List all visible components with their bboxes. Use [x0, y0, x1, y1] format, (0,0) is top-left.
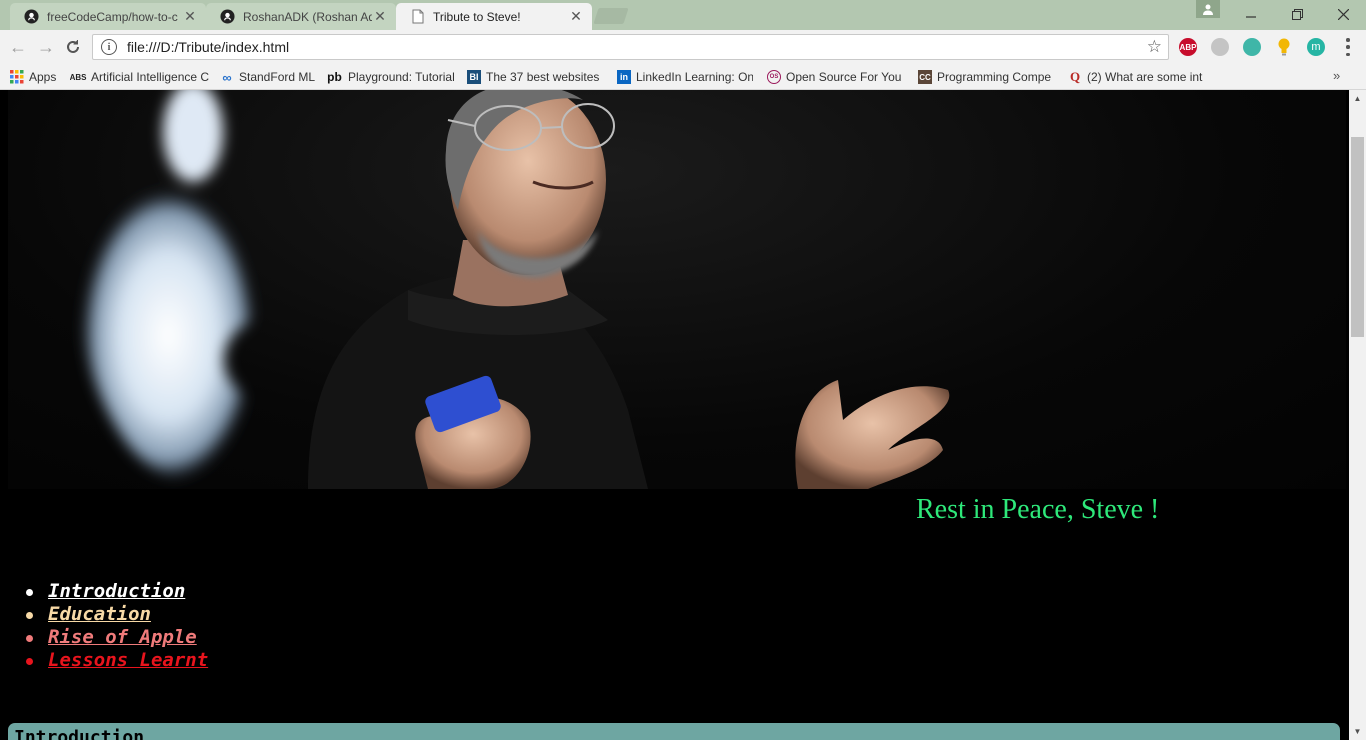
- github-icon: [24, 9, 39, 24]
- coursera-icon: ∞: [222, 69, 232, 85]
- bookmark-label: Apps: [29, 70, 57, 84]
- tab-title: Tribute to Steve!: [433, 9, 521, 24]
- forward-arrow-icon[interactable]: →: [36, 37, 56, 57]
- scrollbar-thumb[interactable]: [1351, 137, 1364, 337]
- close-icon[interactable]: ✕: [568, 8, 584, 25]
- bookmark-linkedin-learning[interactable]: in LinkedIn Learning: On: [617, 68, 753, 86]
- bookmark-quora[interactable]: Q (2) What are some int: [1068, 68, 1204, 86]
- bookmark-label: The 37 best websites: [486, 70, 600, 84]
- bullet-icon: [26, 612, 33, 619]
- introduction-section: Introduction: [8, 723, 1340, 740]
- linkedin-icon: in: [617, 70, 631, 84]
- section-nav: Introduction Education Rise of Apple Les…: [26, 580, 208, 672]
- list-item: Lessons Learnt: [26, 649, 208, 672]
- address-text: file:///D:/Tribute/index.html: [127, 39, 290, 55]
- bookmark-programming-compe[interactable]: CC Programming Compe: [918, 68, 1054, 86]
- page-scrollbar[interactable]: ▲ ▼: [1349, 90, 1366, 740]
- menu-icon[interactable]: [1344, 38, 1352, 56]
- lightbulb-icon[interactable]: [1275, 38, 1293, 56]
- section-title: Introduction: [14, 727, 145, 740]
- nav-link-rise-of-apple[interactable]: Rise of Apple: [48, 626, 197, 648]
- address-bar[interactable]: i file:///D:/Tribute/index.html ☆: [92, 34, 1169, 60]
- info-icon[interactable]: i: [101, 39, 117, 55]
- bookmark-artificial-intelligence[interactable]: ABS Artificial Intelligence C: [70, 68, 210, 86]
- bookmark-label: LinkedIn Learning: On: [636, 70, 753, 84]
- bookmark-open-source-for-you[interactable]: OS Open Source For You: [767, 68, 905, 86]
- tab-freecodecamp[interactable]: freeCodeCamp/how-to-c ✕: [10, 3, 206, 30]
- bookmark-stanford-ml[interactable]: ∞ StandFord ML: [220, 68, 320, 86]
- disabled-extension-icon[interactable]: [1211, 38, 1229, 56]
- page-viewport: Rest in Peace, Steve ! Introduction Educ…: [0, 90, 1349, 740]
- tab-strip: freeCodeCamp/how-to-c ✕ RoshanADK (Rosha…: [0, 0, 1366, 30]
- scroll-up-arrow-icon[interactable]: ▲: [1349, 90, 1366, 107]
- bookmark-label: Playground: Tutorial: [348, 70, 455, 84]
- tribute-caption: Rest in Peace, Steve !: [916, 494, 1160, 525]
- bookmark-label: Programming Compe: [937, 70, 1052, 84]
- pb-icon: pb: [327, 70, 342, 84]
- document-icon: [410, 9, 425, 24]
- bullet-icon: [26, 589, 33, 596]
- bookmark-apps[interactable]: Apps: [10, 68, 62, 86]
- browser-toolbar: ← → i file:///D:/Tribute/index.html ☆: [0, 30, 1366, 64]
- reload-icon[interactable]: [63, 37, 83, 57]
- osfy-icon: OS: [767, 70, 781, 84]
- close-window-icon[interactable]: [1320, 0, 1366, 28]
- extension-icon[interactable]: [1243, 38, 1261, 56]
- close-icon[interactable]: ✕: [182, 8, 198, 25]
- quora-icon: Q: [1069, 69, 1081, 84]
- back-arrow-icon[interactable]: ←: [8, 37, 28, 57]
- tab-title: RoshanADK (Roshan Adh: [243, 9, 372, 24]
- minimize-icon[interactable]: [1228, 0, 1274, 28]
- new-tab-button[interactable]: [593, 8, 629, 24]
- bookmark-playground[interactable]: pb Playground: Tutorial: [326, 68, 460, 86]
- window-controls: [1228, 0, 1366, 28]
- list-item: Education: [26, 603, 208, 626]
- hero-image: [8, 90, 1346, 489]
- apps-grid-icon: [10, 70, 24, 84]
- m-extension-icon[interactable]: m: [1307, 38, 1325, 56]
- bullet-icon: [26, 658, 33, 665]
- nav-link-lessons-learnt[interactable]: Lessons Learnt: [48, 649, 208, 671]
- close-icon[interactable]: ✕: [372, 8, 388, 25]
- chevron-right-icon[interactable]: »: [1333, 68, 1340, 83]
- bookmark-label: StandFord ML: [239, 70, 316, 84]
- restore-icon[interactable]: [1274, 0, 1320, 28]
- adblock-plus-icon[interactable]: ABP: [1179, 38, 1197, 56]
- nav-link-education[interactable]: Education: [48, 603, 151, 625]
- scroll-down-arrow-icon[interactable]: ▼: [1349, 723, 1366, 740]
- codechef-icon: CC: [918, 70, 932, 84]
- profile-icon[interactable]: [1196, 0, 1220, 18]
- bullet-icon: [26, 635, 33, 642]
- bookmark-37-best-websites[interactable]: BI The 37 best websites: [467, 68, 607, 86]
- bookmarks-bar: Apps ABS Artificial Intelligence C ∞ Sta…: [0, 64, 1366, 90]
- bi-icon: BI: [467, 70, 481, 84]
- list-item: Rise of Apple: [26, 626, 208, 649]
- bookmark-star-icon[interactable]: ☆: [1147, 37, 1162, 57]
- tab-title: freeCodeCamp/how-to-c: [47, 9, 178, 24]
- list-item: Introduction: [26, 580, 208, 603]
- bookmark-label: (2) What are some int: [1087, 70, 1203, 84]
- tab-roshanadk[interactable]: RoshanADK (Roshan Adh ✕: [206, 3, 396, 30]
- bookmark-label: Artificial Intelligence C: [91, 70, 210, 84]
- tab-tribute-active[interactable]: Tribute to Steve! ✕: [396, 3, 592, 30]
- bookmark-label: Open Source For You: [786, 70, 902, 84]
- abs-icon: ABS: [70, 72, 87, 82]
- nav-link-introduction[interactable]: Introduction: [48, 580, 185, 602]
- github-icon: [220, 9, 235, 24]
